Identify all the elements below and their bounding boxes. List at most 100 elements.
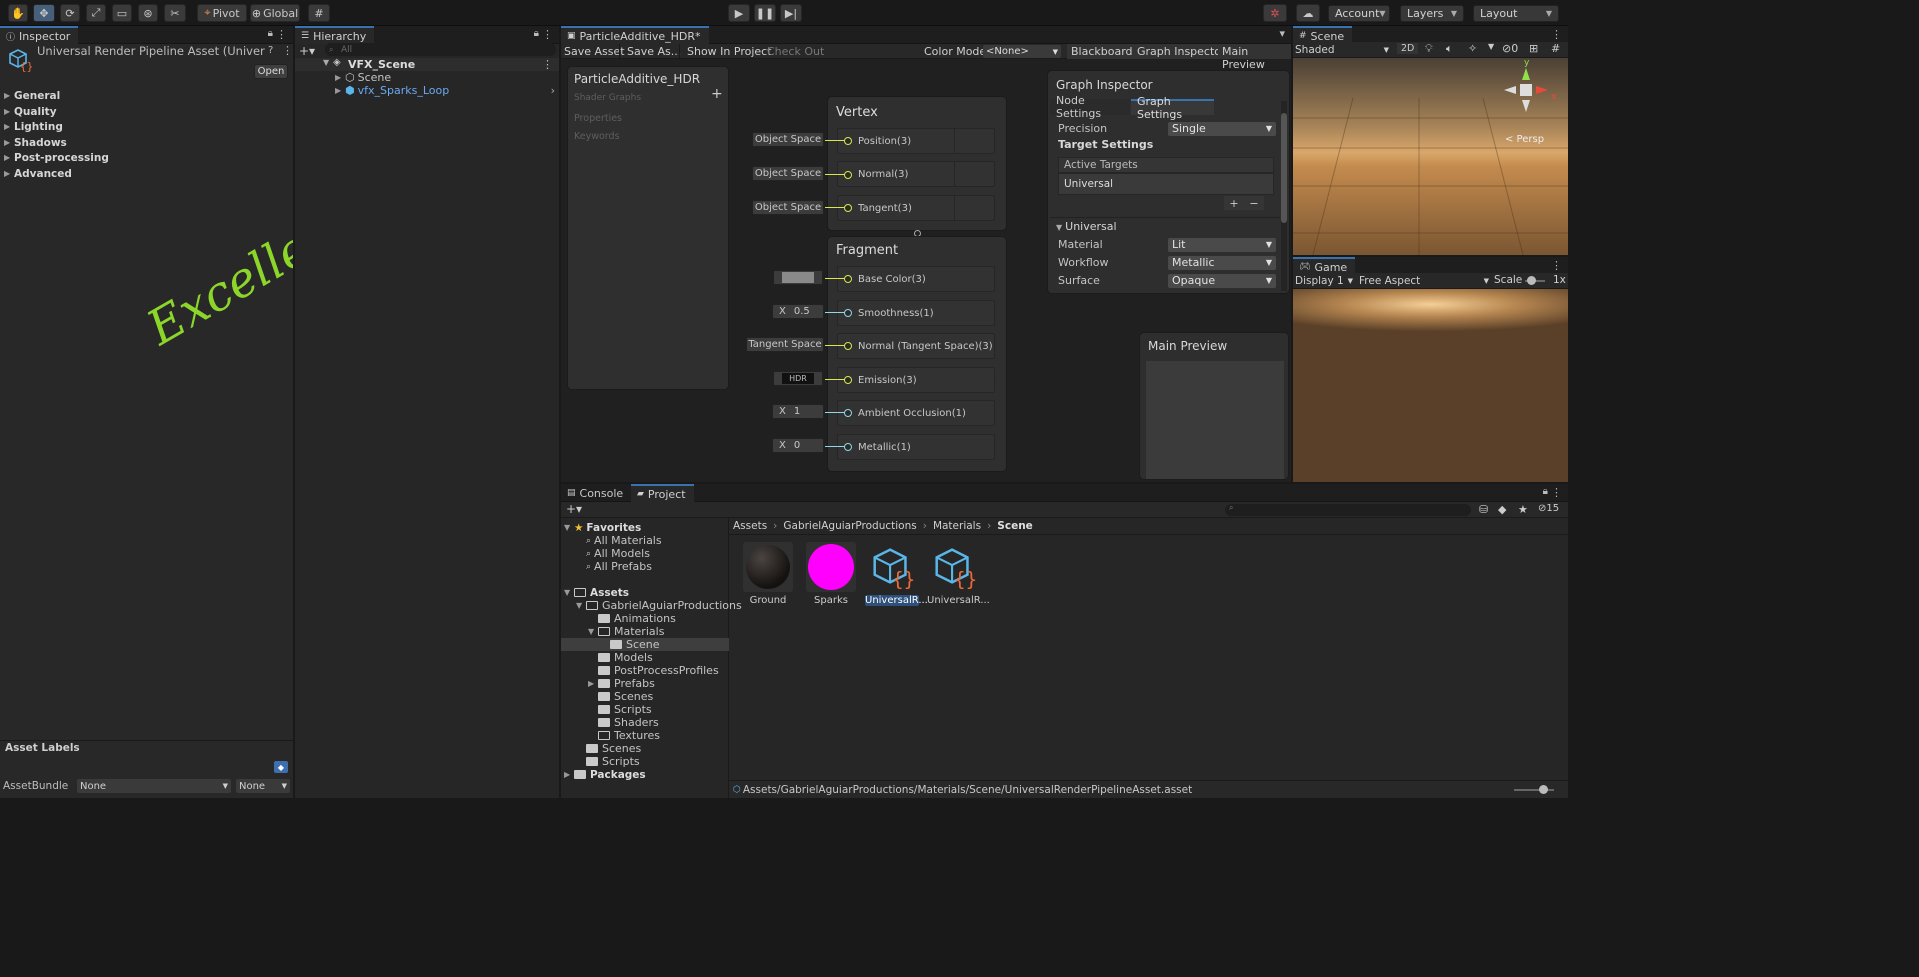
precision-dropdown[interactable]: Single ▼: [1168, 121, 1276, 136]
help-icon[interactable]: ?: [268, 45, 273, 56]
blackboard[interactable]: ParticleAdditive_HDR Shader Graphs + Pro…: [567, 66, 729, 390]
grid-snap-icon[interactable]: #: [308, 4, 330, 22]
icon-size-slider[interactable]: [1514, 785, 1554, 794]
display-dropdown[interactable]: Display 1 ▼: [1295, 274, 1353, 288]
section-quality[interactable]: ▶ Quality: [4, 105, 57, 118]
global-toggle[interactable]: ⊕ Global: [250, 4, 300, 22]
rect-tool-icon[interactable]: ▭: [112, 4, 132, 22]
slot-emission[interactable]: Emission(3): [837, 367, 995, 393]
favorite-icon[interactable]: ★: [1518, 503, 1528, 516]
section-lighting[interactable]: ▶ Lighting: [4, 120, 63, 133]
hidden-packages-icon[interactable]: ⊘15: [1538, 503, 1559, 514]
object-space-input[interactable]: Object Space: [752, 132, 824, 147]
transform-tool-icon[interactable]: ⊛: [138, 4, 158, 22]
slot-tangent[interactable]: Tangent(3): [837, 195, 995, 221]
tangent-space-input[interactable]: Tangent Space: [746, 337, 824, 352]
chevron-down-icon[interactable]: ▼: [1488, 42, 1494, 51]
assetbundle-dropdown[interactable]: None ▼: [77, 779, 231, 793]
step-button[interactable]: ▶|: [780, 4, 802, 22]
project-search[interactable]: ⌕: [1225, 503, 1471, 516]
slot-metallic[interactable]: Metallic(1): [837, 434, 995, 460]
favorites-node[interactable]: ▼ ★ Favorites: [564, 521, 641, 534]
dropdown-icon[interactable]: ▾: [1279, 27, 1285, 40]
more-icon[interactable]: ⋮: [1551, 259, 1562, 272]
account-dropdown[interactable]: Account ▼: [1328, 5, 1390, 22]
folder-item[interactable]: Shaders: [598, 716, 659, 729]
layout-dropdown[interactable]: Layout ▼: [1473, 5, 1559, 22]
folder-item[interactable]: ▼ GabrielAguiarProductions: [576, 599, 742, 612]
game-viewport[interactable]: [1293, 289, 1568, 482]
scrollbar[interactable]: [1281, 101, 1287, 291]
port-normal-tangent[interactable]: [844, 342, 852, 350]
slot-smoothness[interactable]: Smoothness(1): [837, 300, 995, 326]
lock-icon[interactable]: 🔒︎: [1543, 486, 1548, 497]
slot-ambient-occlusion[interactable]: Ambient Occlusion(1): [837, 400, 995, 426]
scale-slider[interactable]: [1525, 276, 1545, 285]
hierarchy-item-vfx[interactable]: ▶ ⬢ vfx_Sparks_Loop ›: [335, 84, 559, 97]
ao-input[interactable]: X1: [772, 404, 824, 419]
scene-viewport[interactable]: y x < Persp: [1293, 58, 1568, 255]
save-asset-button[interactable]: Save Asset: [564, 45, 625, 58]
folder-item-selected[interactable]: Scene: [561, 638, 729, 651]
filter-type-icon[interactable]: ⛁: [1479, 503, 1488, 516]
breadcrumb-item[interactable]: GabrielAguiarProductions: [783, 520, 916, 532]
pause-button[interactable]: ❚❚: [754, 4, 776, 22]
hierarchy-item-scene[interactable]: ▶ ⬡ Scene: [335, 71, 391, 84]
project-tab[interactable]: ▰ Project: [631, 484, 694, 502]
smoothness-input[interactable]: X 0.5: [772, 304, 824, 319]
folder-item[interactable]: ▶ Prefabs: [588, 677, 655, 690]
more-icon[interactable]: ⋮: [282, 44, 293, 57]
port-metallic[interactable]: [844, 443, 852, 451]
fav-item[interactable]: ⌕ All Prefabs: [586, 560, 652, 573]
port-ao[interactable]: [844, 409, 852, 417]
gizmos-icon[interactable]: ⊞: [1529, 42, 1538, 55]
section-shadows[interactable]: ▶ Shadows: [4, 136, 67, 149]
expand-icon[interactable]: ▶: [335, 86, 345, 95]
tag-icon[interactable]: ◆: [274, 761, 288, 773]
add-property-button[interactable]: +: [711, 86, 723, 102]
check-out-button[interactable]: Check Out: [767, 45, 824, 58]
emission-input[interactable]: HDR: [773, 371, 823, 386]
slot-position[interactable]: Position(3): [837, 128, 995, 154]
shadergraph-tab[interactable]: ▣ ParticleAdditive_HDR*: [561, 26, 709, 44]
surface-dropdown[interactable]: Opaque ▼: [1168, 273, 1276, 288]
slot-normal-tangent[interactable]: Normal (Tangent Space)(3): [837, 333, 995, 359]
orientation-gizmo[interactable]: [1498, 62, 1554, 118]
graph-settings-tab[interactable]: Graph Settings: [1131, 95, 1214, 121]
add-target-icon[interactable]: +: [1229, 197, 1238, 210]
console-tab[interactable]: ▤ Console: [561, 484, 631, 502]
folder-item[interactable]: PostProcessProfiles: [598, 664, 719, 677]
expand-icon[interactable]: ▶: [335, 73, 345, 82]
pivot-toggle[interactable]: ⌖ Pivot: [197, 4, 247, 22]
folder-item[interactable]: Scripts: [586, 755, 640, 768]
workflow-dropdown[interactable]: Metallic ▼: [1168, 255, 1276, 270]
scrollbar-thumb[interactable]: [1281, 113, 1287, 223]
fav-item[interactable]: ⌕ All Models: [586, 547, 650, 560]
packages-node[interactable]: ▶ Packages: [564, 768, 646, 781]
folder-item[interactable]: Animations: [598, 612, 676, 625]
more-icon[interactable]: ⋮: [542, 58, 553, 71]
graph-inspector-toggle[interactable]: Graph Inspector: [1133, 44, 1230, 59]
port-normal[interactable]: [844, 171, 852, 179]
scale-tool-icon[interactable]: ⤢: [86, 4, 106, 22]
folder-item[interactable]: Textures: [598, 729, 660, 742]
section-general[interactable]: ▶ General: [4, 89, 60, 102]
hierarchy-search[interactable]: ⌕ All: [325, 43, 556, 56]
section-post-processing[interactable]: ▶ Post-processing: [4, 151, 109, 164]
metallic-input[interactable]: X0: [772, 438, 824, 453]
lock-icon[interactable]: 🔒︎: [268, 28, 273, 39]
expand-icon[interactable]: ▼: [323, 58, 329, 67]
variant-dropdown[interactable]: None ▼: [236, 779, 290, 793]
scene-row[interactable]: ▼ ◈ VFX_Scene ⋮: [295, 57, 559, 71]
node-settings-tab[interactable]: Node Settings: [1050, 94, 1130, 120]
breadcrumb-current[interactable]: Scene: [997, 520, 1033, 532]
preview-viewport[interactable]: [1146, 361, 1284, 479]
open-button[interactable]: Open: [254, 64, 288, 79]
remove-target-icon[interactable]: −: [1249, 197, 1258, 210]
lock-icon[interactable]: 🔒︎: [534, 28, 539, 39]
shading-dropdown[interactable]: Shaded ▼: [1295, 43, 1389, 57]
port-emission[interactable]: [844, 376, 852, 384]
port-position[interactable]: [844, 137, 852, 145]
more-icon[interactable]: ⋮: [1551, 28, 1562, 41]
audio-icon[interactable]: 🔈︎: [1446, 42, 1453, 56]
